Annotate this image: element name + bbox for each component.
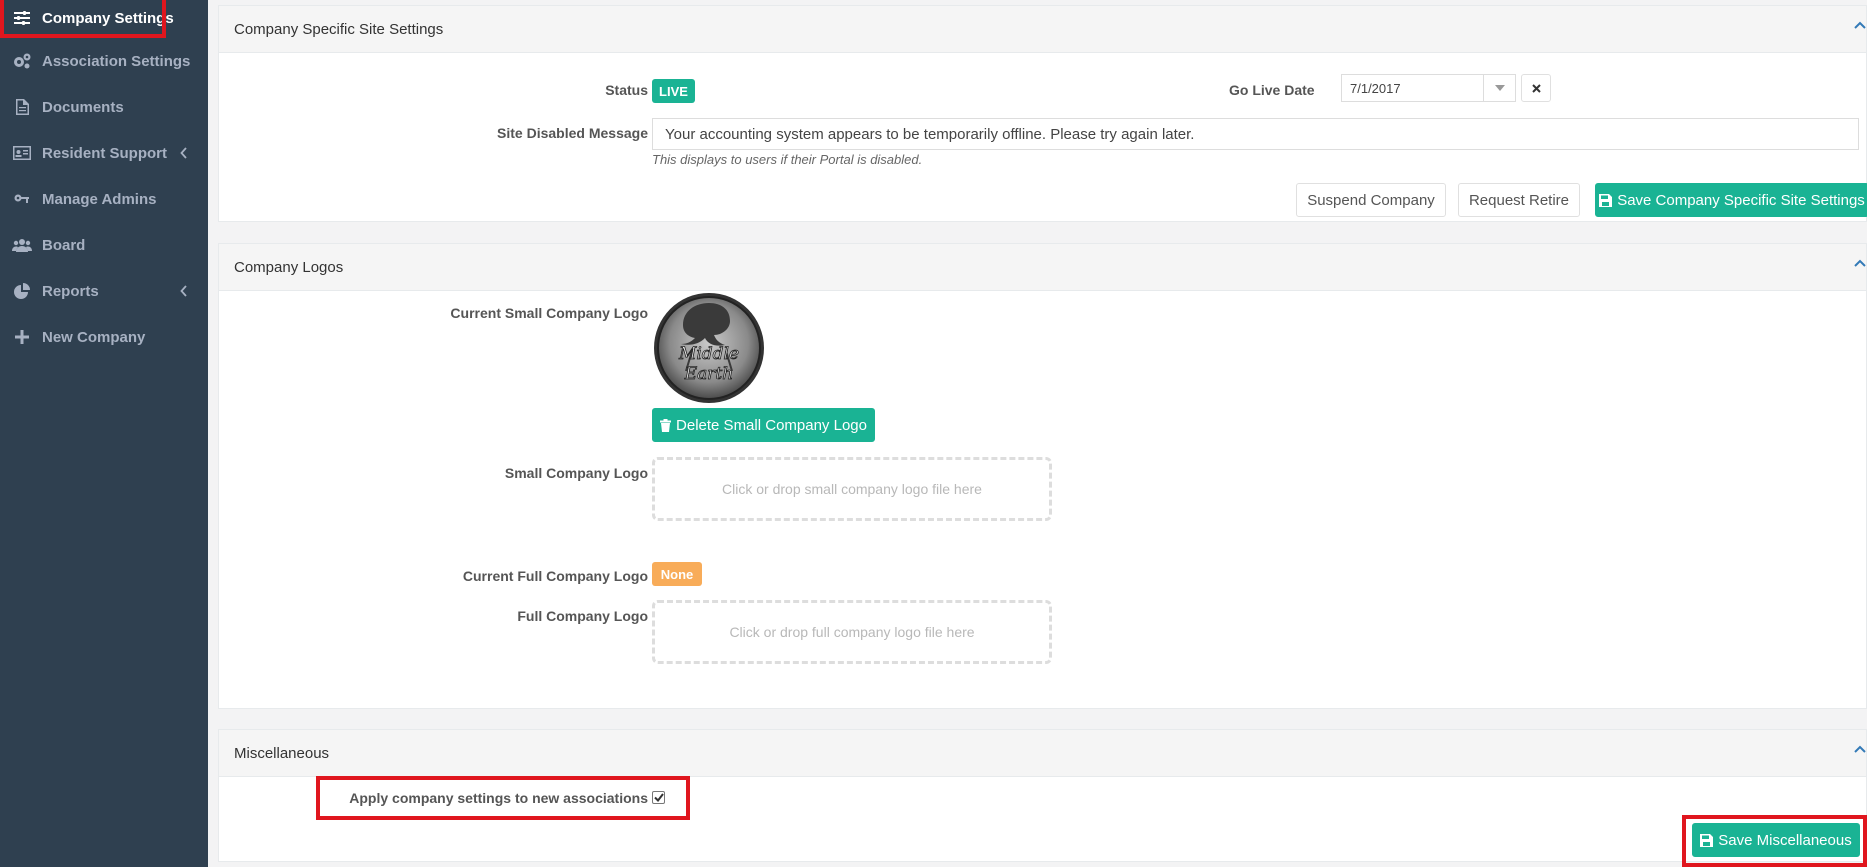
key-icon [12,189,32,209]
panel-title: Miscellaneous [234,745,330,762]
suspend-company-button[interactable]: Suspend Company [1296,183,1446,217]
sidebar: Company Settings Association Settings Do… [0,0,208,867]
sidebar-item-new-company[interactable]: New Company [0,319,208,355]
sidebar-item-manage-admins[interactable]: Manage Admins [0,181,208,217]
site-disabled-message-label: Site Disabled Message [497,125,648,141]
go-live-date-value: 7/1/2017 [1350,80,1401,96]
full-logo-label: Full Company Logo [517,608,648,624]
document-icon [12,97,32,117]
highlight-box [1682,815,1867,867]
trash-icon [660,418,672,432]
users-icon [12,235,32,255]
gears-icon [12,51,32,71]
highlight-box [316,776,690,820]
delete-small-logo-button[interactable]: Delete Small Company Logo [652,408,875,442]
id-card-icon [12,143,32,163]
panel-header[interactable]: Company Specific Site Settings [219,6,1866,53]
panel-title: Company Logos [234,259,344,276]
chevron-left-icon [180,284,188,301]
site-disabled-help-text: This displays to users if their Portal i… [652,152,923,167]
sidebar-item-label: Documents [42,98,124,116]
current-full-logo-label: Current Full Company Logo [462,568,648,584]
status-badge: LIVE [652,79,695,103]
go-live-date-label: Go Live Date [1229,82,1315,98]
sidebar-item-reports[interactable]: Reports [0,273,208,309]
clear-date-button[interactable] [1521,74,1551,102]
save-site-settings-button[interactable]: Save Company Specific Site Settings [1595,183,1867,217]
plus-icon [12,327,32,347]
site-disabled-message-input[interactable]: Your accounting system appears to be tem… [652,118,1859,150]
sidebar-item-label: New Company [42,328,146,346]
site-disabled-message-value: Your accounting system appears to be tem… [665,125,1195,143]
pie-chart-icon [12,281,32,301]
sidebar-item-label: Resident Support [42,144,168,162]
status-label: Status [605,82,648,98]
svg-text:Middle: Middle [678,344,739,364]
main-content: Company Specific Site Settings Status LI… [208,0,1867,867]
site-settings-panel: Company Specific Site Settings Status LI… [218,5,1867,222]
chevron-up-icon[interactable] [1854,740,1866,758]
request-retire-button[interactable]: Request Retire [1458,183,1580,217]
small-logo-label: Small Company Logo [504,465,648,481]
svg-text:Earth: Earth [684,364,733,384]
dropdown-arrow-icon[interactable] [1483,75,1515,101]
chevron-up-icon[interactable] [1854,254,1866,272]
sidebar-item-label: Association Settings [42,52,191,70]
sidebar-item-resident-support[interactable]: Resident Support [0,135,208,171]
middle-earth-logo-image: Middle Earth [652,291,768,405]
sidebar-item-board[interactable]: Board [0,227,208,263]
sidebar-item-label: Board [42,236,86,254]
sidebar-item-documents[interactable]: Documents [0,89,208,125]
panel-header[interactable]: Miscellaneous [219,730,1866,777]
highlight-box [0,0,166,38]
full-logo-dropzone[interactable]: Click or drop full company logo file her… [652,600,1052,664]
company-logos-panel: Company Logos Current Small Company Logo [218,243,1867,709]
close-icon [1531,83,1541,93]
sidebar-item-association-settings[interactable]: Association Settings [0,43,208,79]
floppy-disk-icon [1599,193,1613,207]
sidebar-item-label: Manage Admins [42,190,157,208]
sidebar-item-label: Reports [42,282,99,300]
button-label: Save Company Specific Site Settings [1617,191,1865,209]
chevron-left-icon [180,146,188,163]
current-small-logo-label: Current Small Company Logo [450,305,648,321]
button-label: Delete Small Company Logo [676,416,867,434]
small-logo-dropzone[interactable]: Click or drop small company logo file he… [652,457,1052,521]
chevron-up-icon[interactable] [1854,16,1866,34]
go-live-date-field[interactable]: 7/1/2017 [1341,74,1516,102]
panel-title: Company Specific Site Settings [234,21,444,38]
panel-header[interactable]: Company Logos [219,244,1866,291]
none-badge: None [652,562,702,586]
